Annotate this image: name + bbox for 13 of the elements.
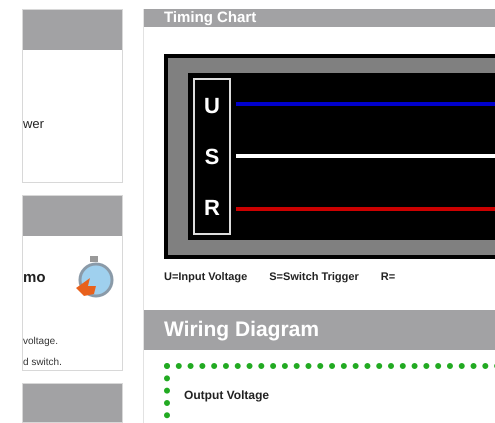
panel-text: voltage. [23, 335, 60, 349]
panel-text: mo [23, 268, 46, 288]
panel-text: d switch. [23, 356, 63, 370]
diagram-label: Output Voltage [184, 388, 270, 402]
signal-letter: R [204, 194, 220, 222]
signal-letter: S [204, 143, 220, 171]
legend-text: S=Switch Trigger [269, 270, 359, 285]
legend-text: R= [380, 270, 396, 285]
section-header: Wiring Diagram [144, 310, 495, 350]
panel-text: wer [23, 115, 44, 133]
section-header: Timing Chart [144, 9, 495, 27]
signal-letter: U [204, 92, 220, 120]
legend-text: U=Input Voltage [164, 270, 248, 285]
